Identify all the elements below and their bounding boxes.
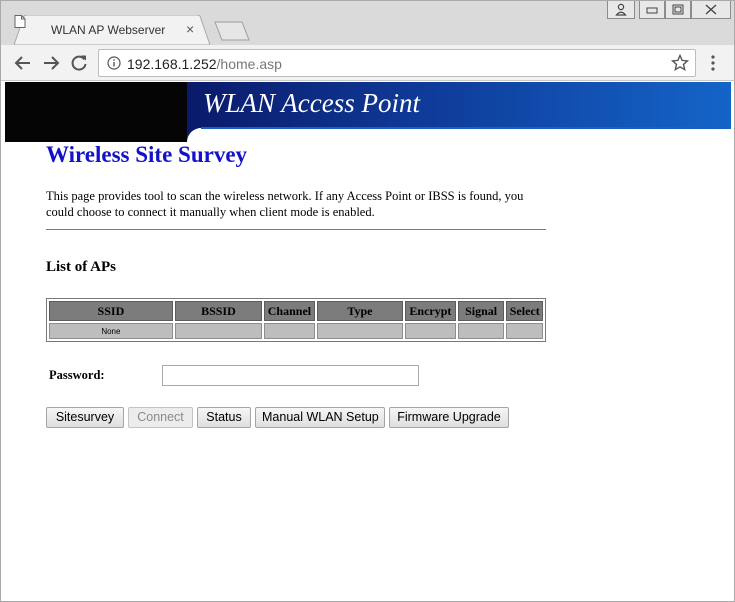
firmware-upgrade-button[interactable]: Firmware Upgrade [389, 407, 509, 428]
manual-wlan-setup-button[interactable]: Manual WLAN Setup [255, 407, 385, 428]
document-icon [14, 15, 26, 28]
tab-active[interactable]: WLAN AP Webserver × [14, 15, 210, 45]
forward-icon[interactable] [41, 53, 61, 73]
minimize-button[interactable] [639, 1, 665, 19]
user-icon [615, 3, 627, 16]
column-header-select: Select [506, 301, 543, 321]
sitesurvey-button[interactable]: Sitesurvey [46, 407, 124, 428]
column-header-channel: Channel [264, 301, 315, 321]
browser-toolbar: 192.168.1.252/home.asp [1, 45, 734, 81]
cell-encrypt [405, 323, 456, 339]
ap-table: SSID BSSID Channel Type Encrypt Signal S… [46, 298, 546, 342]
table-header-row: SSID BSSID Channel Type Encrypt Signal S… [49, 301, 543, 321]
banner-left-panel [5, 82, 187, 142]
back-icon[interactable] [13, 53, 33, 73]
divider [46, 229, 546, 230]
password-label: Password: [49, 368, 105, 382]
tab-strip: WLAN AP Webserver × [1, 1, 734, 45]
column-header-type: Type [316, 301, 404, 321]
table-row: None [49, 323, 543, 339]
cell-type [316, 323, 404, 339]
banner: WLAN Access Point [5, 82, 731, 142]
cell-signal [457, 323, 505, 339]
cell-ssid: None [49, 323, 173, 339]
close-icon [705, 4, 717, 15]
info-icon[interactable] [107, 56, 121, 70]
banner-title: WLAN Access Point [203, 88, 420, 118]
user-button[interactable] [607, 1, 635, 19]
tab-title: WLAN AP Webserver [51, 23, 166, 37]
star-icon[interactable] [671, 54, 689, 72]
url-path: /home.asp [216, 56, 282, 72]
banner-curve [187, 128, 227, 142]
password-input[interactable] [162, 365, 419, 386]
minimize-icon [646, 7, 658, 14]
column-header-ssid: SSID [49, 301, 173, 321]
cell-select [506, 323, 543, 339]
close-tab-icon[interactable]: × [186, 21, 194, 37]
url-host: 192.168.1.252 [127, 56, 217, 72]
column-header-bssid: BSSID [174, 301, 263, 321]
page-content: WLAN Access Point Wireless Site Survey T… [5, 82, 731, 599]
banner-stripe [201, 127, 731, 129]
new-tab-button[interactable] [214, 21, 250, 41]
list-heading: List of APs [46, 259, 117, 275]
cell-bssid [174, 323, 263, 339]
menu-icon[interactable] [706, 54, 720, 72]
column-header-encrypt: Encrypt [405, 301, 456, 321]
reload-icon[interactable] [69, 53, 89, 73]
restore-button[interactable] [665, 1, 691, 19]
url-text: 192.168.1.252/home.asp [127, 56, 282, 72]
restore-icon [672, 4, 684, 15]
page-title: Wireless Site Survey [46, 142, 248, 167]
column-header-signal: Signal [457, 301, 505, 321]
close-window-button[interactable] [691, 1, 731, 19]
cell-channel [264, 323, 315, 339]
status-button[interactable]: Status [197, 407, 251, 428]
page-description: This page provides tool to scan the wire… [46, 189, 524, 219]
address-bar[interactable]: 192.168.1.252/home.asp [98, 49, 696, 77]
connect-button[interactable]: Connect [128, 407, 193, 428]
browser-window: WLAN AP Webserver × 192.168.1.252/home.a… [0, 0, 735, 602]
